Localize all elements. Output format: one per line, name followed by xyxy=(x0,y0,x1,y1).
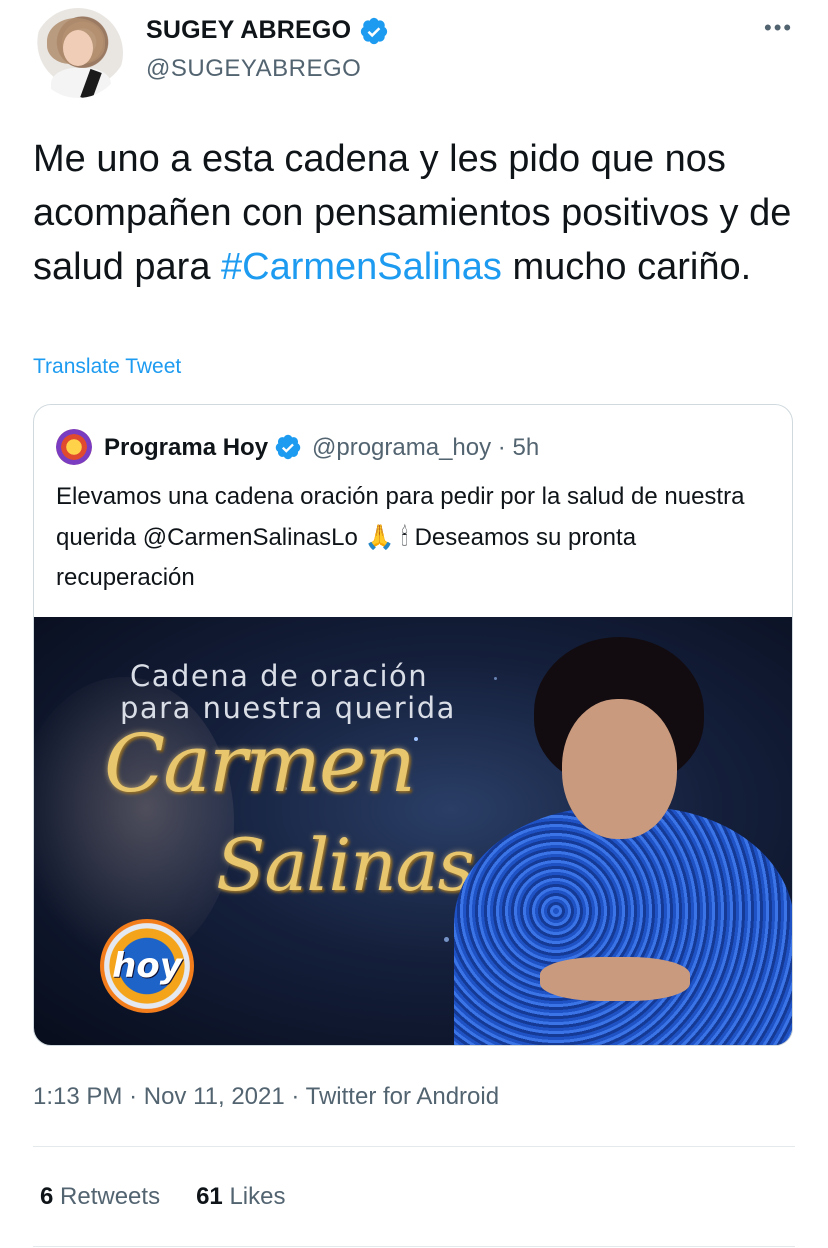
translate-tweet-link[interactable]: Translate Tweet xyxy=(33,355,181,379)
more-options-icon[interactable]: ••• xyxy=(764,17,793,39)
hoy-logo-text: hoy xyxy=(112,946,182,986)
image-title-last-name: Salinas xyxy=(216,823,475,907)
verified-badge-icon xyxy=(275,434,301,460)
hashtag-link[interactable]: #CarmenSalinas xyxy=(221,246,502,288)
likes-stat[interactable]: 61 Likes xyxy=(196,1183,285,1210)
tweet-stats: 6 Retweets 61 Likes xyxy=(40,1183,285,1211)
author-display-name[interactable]: SUGEY ABREGO xyxy=(146,16,351,45)
quoted-tweet[interactable]: Programa Hoy @programa_hoy · 5h Elevamos… xyxy=(33,404,793,1046)
quoted-author-avatar[interactable] xyxy=(56,429,92,465)
quoted-author-handle-time[interactable]: @programa_hoy · 5h xyxy=(312,434,539,462)
likes-label: Likes xyxy=(229,1183,286,1210)
hoy-logo-icon: hoy xyxy=(100,919,194,1013)
divider xyxy=(33,1246,795,1247)
image-title-first-name: Carmen xyxy=(104,717,416,810)
verified-badge-icon xyxy=(360,17,388,45)
tweet-time[interactable]: 1:13 PM xyxy=(33,1083,122,1110)
tweet-text-part: mucho cariño. xyxy=(501,246,752,288)
quoted-tweet-image[interactable]: Cadena de oración para nuestra querida C… xyxy=(34,617,792,1045)
author-handle[interactable]: @SUGEYABREGO xyxy=(146,55,361,83)
quoted-tweet-text: Elevamos una cadena oración para pedir p… xyxy=(56,477,776,598)
tweet-meta: 1:13 PM · Nov 11, 2021 · Twitter for And… xyxy=(33,1083,499,1111)
likes-count: 61 xyxy=(196,1183,223,1210)
quoted-time[interactable]: 5h xyxy=(512,434,539,461)
separator-dot: · xyxy=(291,1083,300,1110)
portrait-figure xyxy=(454,637,792,1045)
retweets-count: 6 xyxy=(40,1183,54,1210)
tweet-header: SUGEY ABREGO @SUGEYABREGO ••• xyxy=(0,0,828,110)
quoted-author-handle[interactable]: @programa_hoy xyxy=(312,434,491,461)
image-caption-line1: Cadena de oración xyxy=(130,659,429,693)
author-avatar[interactable] xyxy=(33,8,123,98)
tweet-date[interactable]: Nov 11, 2021 xyxy=(144,1083,285,1110)
retweets-label: Retweets xyxy=(60,1183,161,1210)
praying-hands-icon: 🙏 xyxy=(364,523,395,551)
divider xyxy=(33,1146,795,1147)
retweets-stat[interactable]: 6 Retweets xyxy=(40,1183,160,1210)
quoted-author-name[interactable]: Programa Hoy xyxy=(104,434,268,462)
tweet-text: Me uno a esta cadena y les pido que nos … xyxy=(33,132,793,294)
candle-icon: 🕯 xyxy=(401,523,408,551)
separator-dot: · xyxy=(497,434,506,461)
separator-dot: · xyxy=(129,1083,138,1110)
tweet-client[interactable]: Twitter for Android xyxy=(306,1083,499,1110)
